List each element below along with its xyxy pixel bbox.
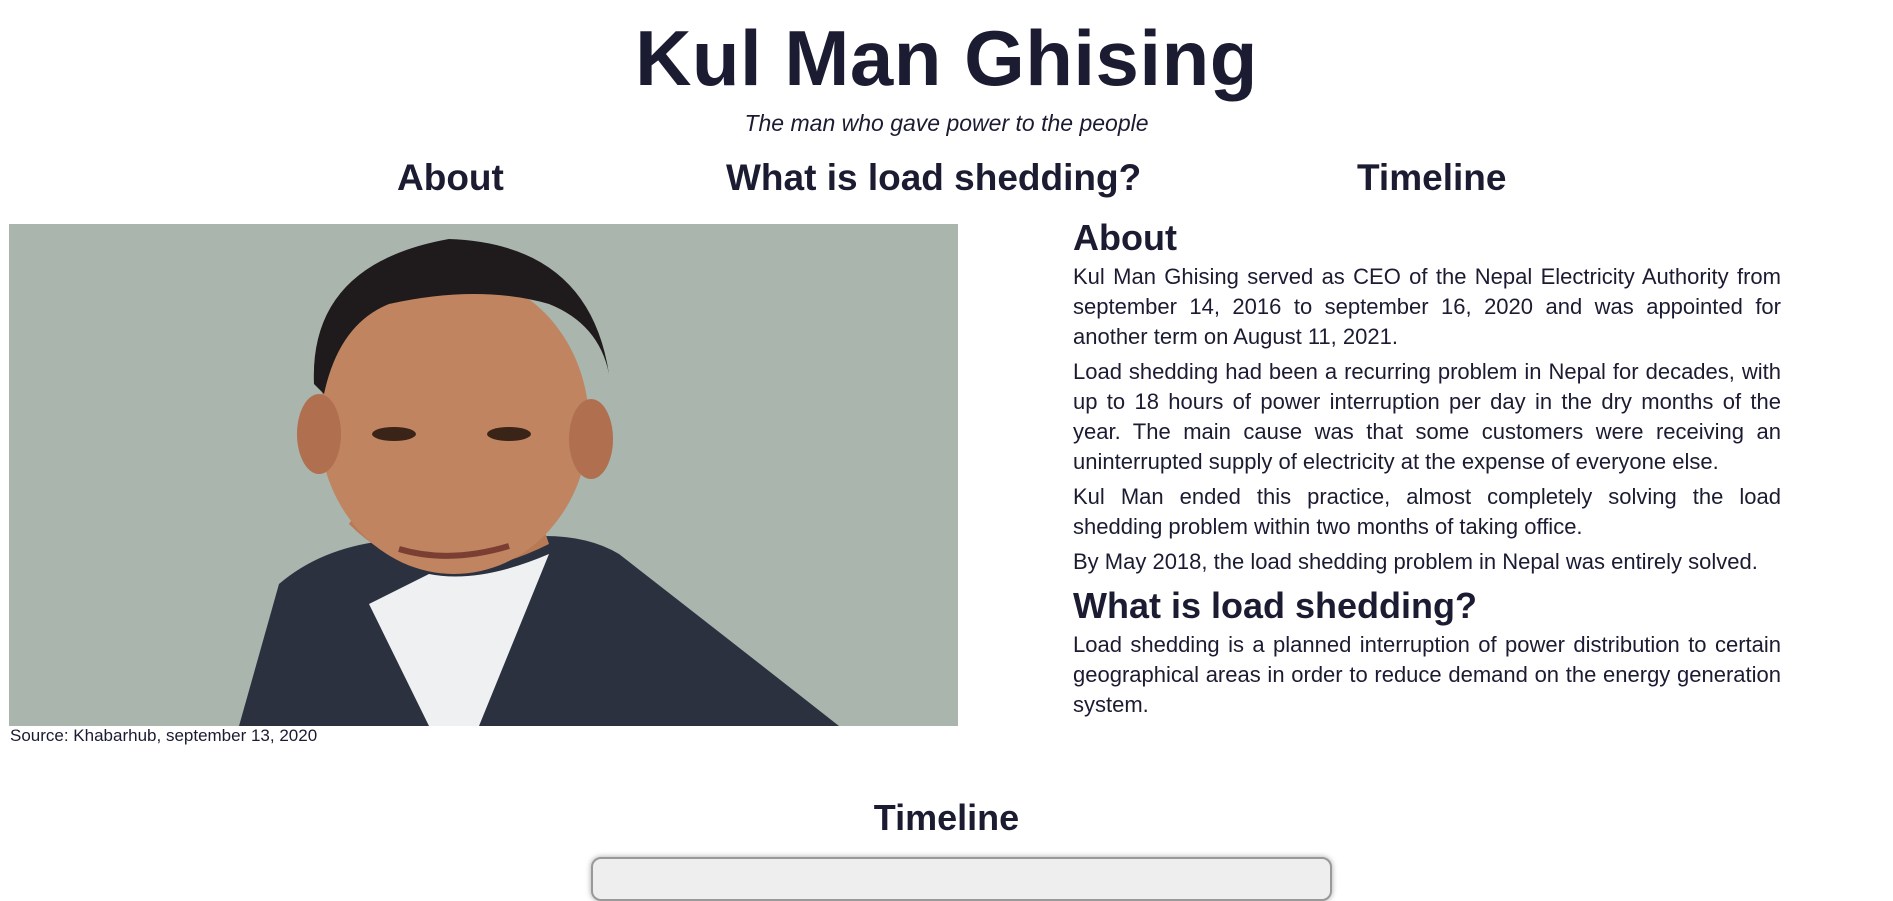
nav-link-load-shedding[interactable]: What is load shedding?	[726, 156, 1141, 200]
about-paragraph-3: Kul Man ended this practice, almost comp…	[1073, 484, 1781, 539]
timeline-heading: Timeline	[873, 797, 1020, 838]
about-paragraph-2: Load shedding had been a recurring probl…	[1073, 359, 1781, 474]
timeline-card	[591, 857, 1332, 901]
nav-link-timeline[interactable]: Timeline	[1357, 156, 1506, 200]
portrait-illustration	[9, 224, 958, 726]
load-shedding-heading: What is load shedding?	[1073, 585, 1477, 626]
about-heading: About	[1073, 217, 1177, 258]
about-paragraph-4: By May 2018, the load shedding problem i…	[1073, 549, 1758, 574]
nav-link-about[interactable]: About	[397, 156, 504, 200]
page-subtitle: The man who gave power to the people	[744, 110, 1149, 136]
load-shedding-paragraph: Load shedding is a planned interruption …	[1073, 632, 1781, 717]
main-content: About Kul Man Ghising served as CEO of t…	[1073, 214, 1781, 725]
portrait-image	[9, 224, 958, 726]
image-caption: Source: Khabarhub, september 13, 2020	[10, 726, 318, 745]
about-paragraph-1: Kul Man Ghising served as CEO of the Nep…	[1073, 264, 1781, 349]
page-title: Kul Man Ghising	[635, 14, 1258, 102]
